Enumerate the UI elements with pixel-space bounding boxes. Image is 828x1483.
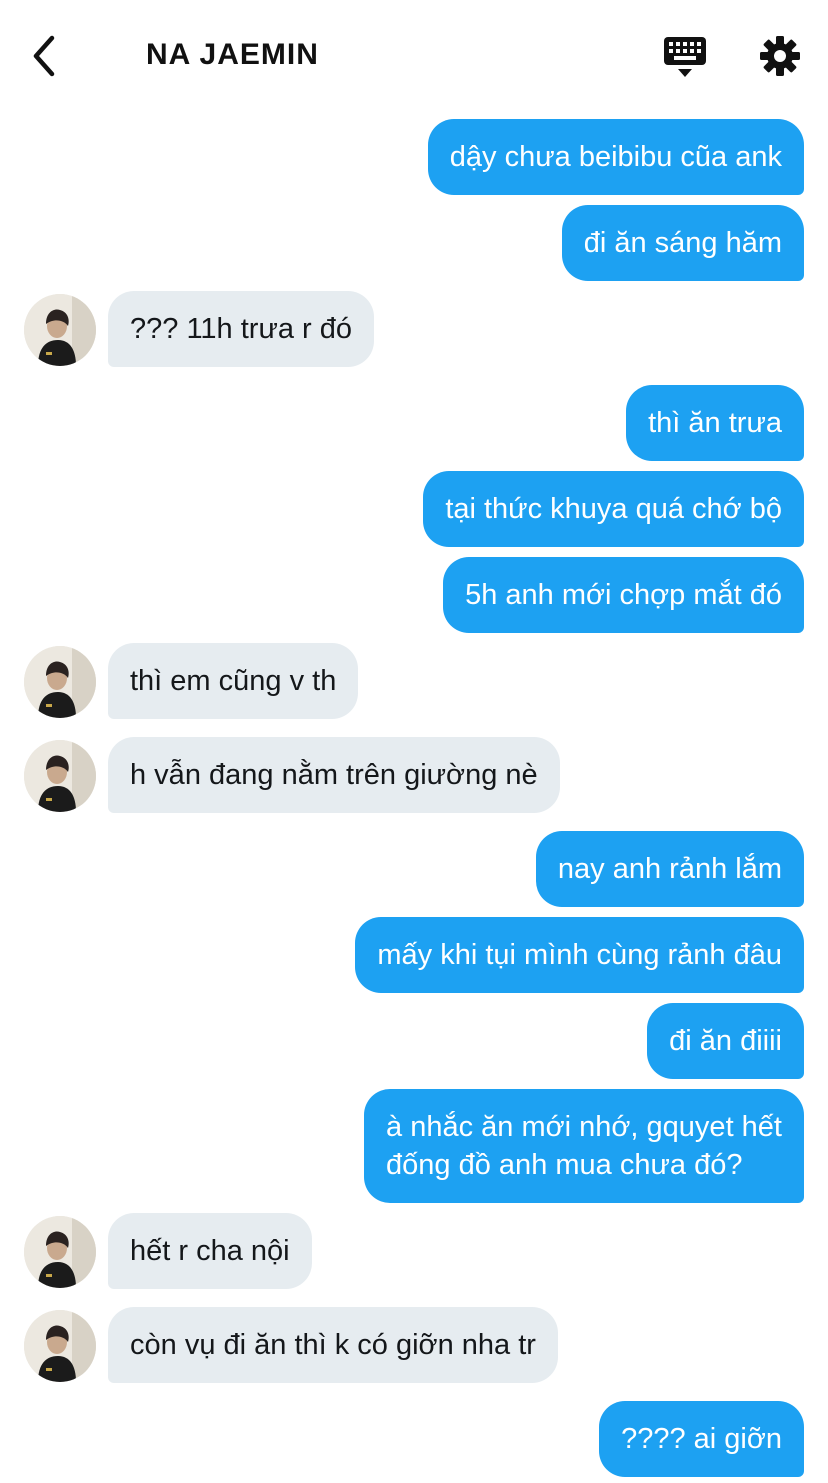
- chevron-left-icon: [33, 35, 55, 77]
- gear-icon: [760, 36, 800, 76]
- outgoing-message: à nhắc ăn mới nhớ, gquyet hết đống đồ an…: [0, 1089, 828, 1204]
- keyboard-icon: [664, 37, 706, 77]
- outgoing-message: dậy chưa beibibu cũa ank: [0, 119, 828, 196]
- outgoing-message: nay anh rảnh lắm: [0, 831, 828, 908]
- message-bubble[interactable]: à nhắc ăn mới nhớ, gquyet hết đống đồ an…: [364, 1089, 804, 1203]
- keyboard-button[interactable]: [662, 34, 708, 80]
- avatar[interactable]: [24, 646, 96, 718]
- incoming-message: còn vụ đi ăn thì k có giỡn nha tr: [0, 1307, 828, 1384]
- message-bubble[interactable]: đi ăn sáng hăm: [561, 205, 804, 281]
- chat-header: NA JAEMIN: [0, 0, 828, 110]
- avatar[interactable]: [24, 1310, 96, 1382]
- incoming-message: thì em cũng v th: [0, 643, 828, 720]
- back-button[interactable]: [28, 34, 62, 78]
- avatar[interactable]: [24, 740, 96, 812]
- message-bubble[interactable]: còn vụ đi ăn thì k có giỡn nha tr: [108, 1307, 558, 1383]
- message-bubble[interactable]: ???? ai giỡn: [599, 1401, 804, 1477]
- outgoing-message: thì ăn trưa: [0, 385, 828, 462]
- message-bubble[interactable]: ??? 11h trưa r đó: [108, 291, 375, 367]
- outgoing-message: tại thức khuya quá chớ bộ: [0, 471, 828, 548]
- message-bubble[interactable]: mấy khi tụi mình cùng rảnh đâu: [355, 917, 804, 993]
- avatar-photo: [24, 294, 96, 366]
- message-bubble[interactable]: đi ăn điiii: [647, 1003, 804, 1079]
- outgoing-message: đi ăn điiii: [0, 1003, 828, 1080]
- message-bubble[interactable]: tại thức khuya quá chớ bộ: [423, 471, 804, 547]
- message-bubble[interactable]: 5h anh mới chợp mắt đó: [443, 557, 804, 633]
- message-bubble[interactable]: h vẫn đang nằm trên giường nè: [108, 737, 560, 813]
- incoming-message: hết r cha nội: [0, 1213, 828, 1290]
- avatar[interactable]: [24, 1216, 96, 1288]
- incoming-message: h vẫn đang nằm trên giường nè: [0, 737, 828, 814]
- avatar-photo: [24, 1310, 96, 1382]
- outgoing-message: mấy khi tụi mình cùng rảnh đâu: [0, 917, 828, 994]
- avatar-photo: [24, 1216, 96, 1288]
- avatar-photo: [24, 740, 96, 812]
- outgoing-message: ???? ai giỡn: [0, 1401, 828, 1478]
- avatar-photo: [24, 646, 96, 718]
- conversation-title: NA JAEMIN: [146, 38, 319, 71]
- message-bubble[interactable]: hết r cha nội: [108, 1213, 312, 1289]
- outgoing-message: đi ăn sáng hăm: [0, 205, 828, 282]
- message-bubble[interactable]: thì em cũng v th: [108, 643, 359, 719]
- incoming-message: ??? 11h trưa r đó: [0, 291, 828, 368]
- message-bubble[interactable]: nay anh rảnh lắm: [535, 831, 804, 907]
- outgoing-message: 5h anh mới chợp mắt đó: [0, 557, 828, 634]
- settings-button[interactable]: [758, 34, 802, 78]
- message-bubble[interactable]: thì ăn trưa: [626, 385, 804, 461]
- avatar[interactable]: [24, 294, 96, 366]
- message-bubble[interactable]: dậy chưa beibibu cũa ank: [427, 119, 804, 195]
